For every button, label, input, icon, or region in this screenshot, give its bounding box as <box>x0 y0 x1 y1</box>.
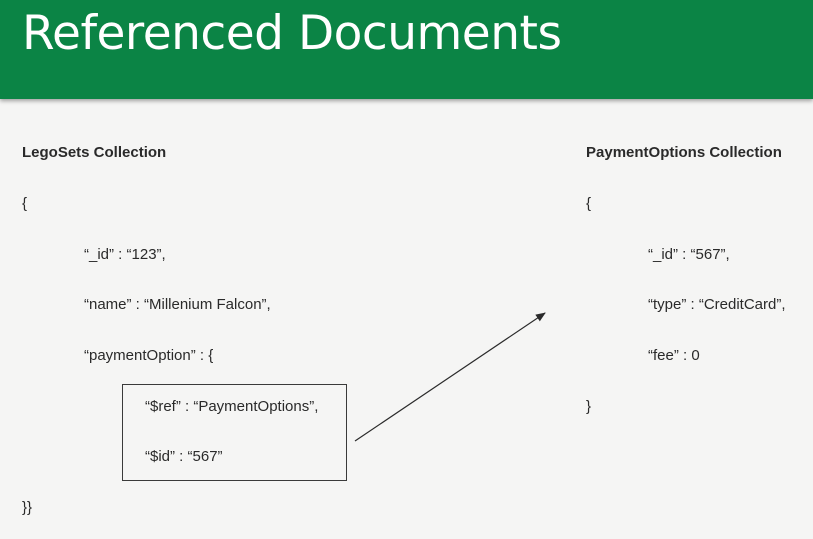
arrow-line <box>354 312 546 442</box>
reference-arrow <box>354 312 546 442</box>
